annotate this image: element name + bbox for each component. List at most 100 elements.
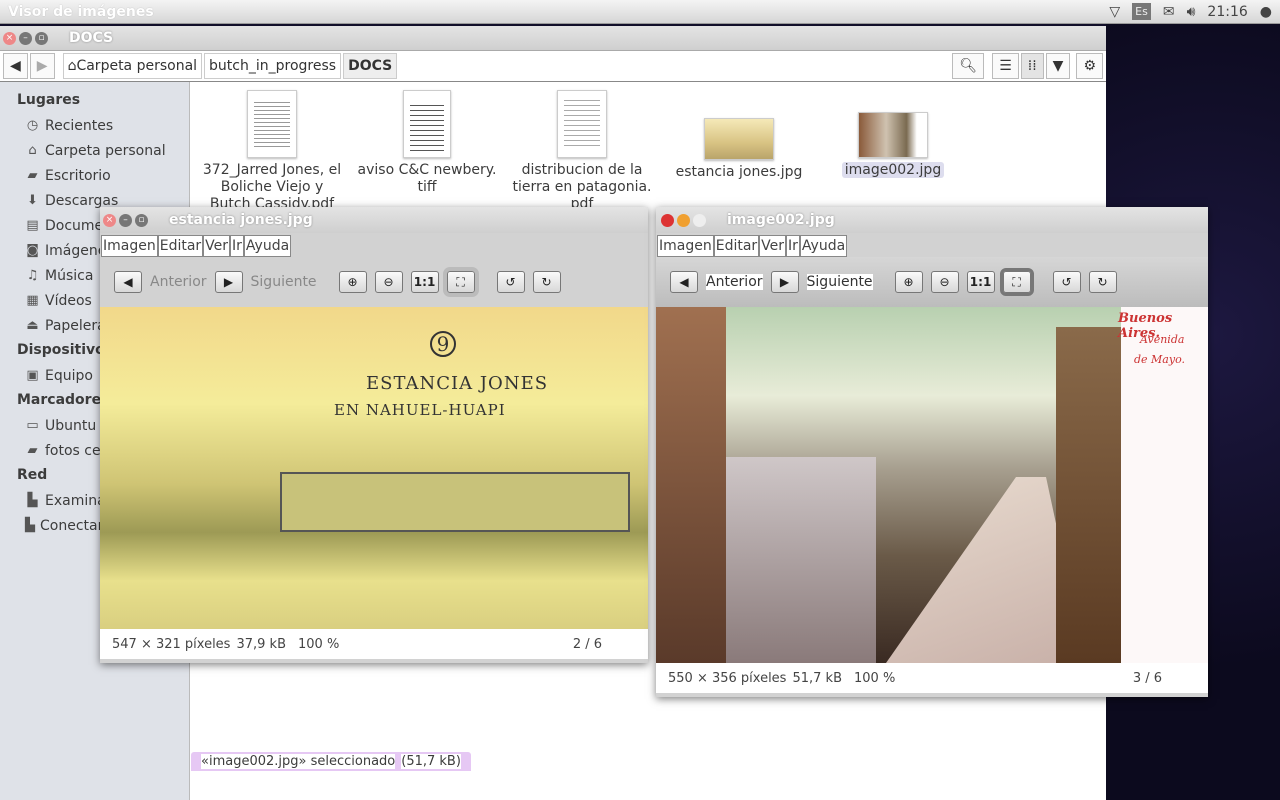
close-icon[interactable]: × xyxy=(103,213,116,227)
previous-button[interactable]: ◀ xyxy=(670,271,698,293)
keyboard-layout-indicator[interactable]: Es xyxy=(1132,3,1151,20)
pdf-thumbnail xyxy=(557,90,607,158)
zoom-level: 100 % xyxy=(298,636,340,652)
zoom-out-button[interactable]: ⊖ xyxy=(930,271,959,293)
zoom-level: 100 % xyxy=(854,670,896,686)
image-display[interactable]: Buenos Aires. Avenida de Mayo. xyxy=(656,307,1208,663)
previous-label[interactable]: Anterior xyxy=(150,274,207,290)
sidebar-item[interactable]: ▰ Escritorio xyxy=(0,163,189,188)
minimize-icon[interactable] xyxy=(677,213,690,227)
tiff-thumbnail xyxy=(403,90,451,158)
next-button[interactable]: ▶ xyxy=(770,271,799,293)
minimize-icon[interactable]: – xyxy=(19,31,32,45)
sidebar-item-label: Carpeta personal xyxy=(45,142,166,159)
previous-button[interactable]: ◀ xyxy=(114,271,142,293)
image-viewer-window-1: × – ▫ estancia jones.jpg Imagen Editar Ver… xyxy=(100,207,648,663)
selection-size: (51,7 kB) xyxy=(401,754,461,769)
sidebar-item-label: fotos ce xyxy=(45,442,101,459)
maximize-icon[interactable]: ▫ xyxy=(135,213,148,227)
file-name: estancia jones.jpg xyxy=(675,164,803,180)
file-name: aviso C&C newbery. tiff xyxy=(357,162,497,195)
settings-button[interactable]: ⚙ xyxy=(1076,53,1103,79)
clock[interactable]: 21:16 xyxy=(1207,4,1247,20)
mail-icon[interactable]: ✉ xyxy=(1163,4,1175,20)
menu-editar[interactable]: Editar xyxy=(713,235,760,257)
grid-icon: ⁞⁞ xyxy=(1027,58,1037,74)
sidebar-item-label: Vídeos xyxy=(45,292,92,309)
fit-window-button[interactable]: ⛶ xyxy=(442,267,479,297)
back-button[interactable]: ◀ xyxy=(3,53,28,79)
viewer-toolbar: ◀ Anterior ▶ Siguiente ⊕ ⊖ 1:1 ⛶ ↺ ↻ xyxy=(100,257,648,307)
sidebar-item-label: Papelera xyxy=(45,317,106,334)
search-button[interactable]: 🔍︎ xyxy=(952,53,985,79)
next-label[interactable]: Siguiente xyxy=(806,274,873,290)
status-bar: «image002.jpg» seleccionado (51,7 kB) xyxy=(191,752,471,771)
next-label[interactable]: Siguiente xyxy=(251,274,317,290)
menu-ir[interactable]: Ir xyxy=(786,235,800,257)
zoom-in-button[interactable]: ⊕ xyxy=(894,271,923,293)
list-view-button[interactable]: ☰ xyxy=(992,53,1019,79)
menu-editar[interactable]: Editar xyxy=(157,235,204,257)
minimize-icon[interactable]: – xyxy=(119,213,132,227)
menu-imagen[interactable]: Imagen xyxy=(657,235,714,257)
view-options-dropdown[interactable]: ▼ xyxy=(1045,53,1071,79)
rotate-left-button[interactable]: ↺ xyxy=(1052,271,1081,293)
menu-imagen[interactable]: Imagen xyxy=(101,235,158,257)
file-item[interactable]: estancia jones.jpg xyxy=(669,118,809,181)
title-bar: × – ▫ DOCS xyxy=(0,26,1106,50)
next-button[interactable]: ▶ xyxy=(214,271,243,293)
building-left xyxy=(656,307,726,663)
picture-text: EN NAHUEL-HUAPI xyxy=(334,401,506,419)
image-dimensions: 550 × 356 píxeles xyxy=(668,670,787,686)
network-icon: ▙ xyxy=(25,518,35,533)
image-thumbnail xyxy=(858,112,928,158)
file-name: image002.jpg xyxy=(841,162,945,178)
file-item[interactable]: 372_Jarred Jones, el Boliche Viejo y But… xyxy=(202,90,342,212)
actual-size-button[interactable]: 1:1 xyxy=(410,271,439,293)
apple-logo-icon[interactable]: ● xyxy=(1260,4,1272,20)
rotate-right-button[interactable]: ↻ xyxy=(1088,271,1117,293)
selection-status: «image002.jpg» seleccionado xyxy=(201,754,396,769)
file-name: distribucion de la tierra en patagonia. … xyxy=(512,162,652,212)
breadcrumb-docs[interactable]: DOCS xyxy=(343,53,398,79)
previous-label[interactable]: Anterior xyxy=(706,274,763,290)
rotate-right-button[interactable]: ↻ xyxy=(532,271,561,293)
image-dimensions: 547 × 321 píxeles xyxy=(112,636,231,652)
app-title: Visor de imágenes xyxy=(8,3,154,20)
wifi-icon[interactable]: ▽ xyxy=(1109,4,1120,20)
forward-button[interactable]: ▶ xyxy=(29,53,55,79)
sidebar-item-label: Recientes xyxy=(45,117,114,134)
viewer-status: 547 × 321 píxeles 37,9 kB 100 % 2 / 6 xyxy=(100,629,648,659)
file-name: 372_Jarred Jones, el Boliche Viejo y But… xyxy=(202,162,342,212)
close-icon[interactable] xyxy=(661,213,674,227)
image-display[interactable]: 9 ESTANCIA JONES EN NAHUEL-HUAPI xyxy=(100,307,648,629)
image-position: 3 / 6 xyxy=(1132,670,1162,686)
breadcrumb-home[interactable]: ⌂ Carpeta personal xyxy=(62,53,203,79)
menu-ir[interactable]: Ir xyxy=(230,235,244,257)
maximize-icon[interactable]: ▫ xyxy=(35,31,48,45)
rotate-left-button[interactable]: ↺ xyxy=(496,271,525,293)
breadcrumb-butch[interactable]: butch_in_progress xyxy=(204,53,342,79)
window-title: DOCS xyxy=(69,30,114,46)
volume-icon[interactable]: 🔊︎ xyxy=(1187,4,1196,20)
fit-window-button[interactable]: ⛶ xyxy=(999,268,1034,296)
image-viewer-window-2: image002.jpg Imagen Editar Ver Ir Ayuda ◀ Ant… xyxy=(656,207,1208,697)
menu-ver[interactable]: Ver xyxy=(203,235,231,257)
close-icon[interactable]: × xyxy=(3,31,16,45)
file-item[interactable]: distribucion de la tierra en patagonia. … xyxy=(512,90,652,213)
zoom-out-button[interactable]: ⊖ xyxy=(374,271,403,293)
menu-ver[interactable]: Ver xyxy=(759,235,787,257)
clock-icon: ◷ xyxy=(26,118,39,133)
menu-ayuda[interactable]: Ayuda xyxy=(243,235,292,257)
barn-drawing xyxy=(280,472,630,532)
sidebar-item[interactable]: ⌂ Carpeta personal xyxy=(0,138,189,163)
menu-ayuda[interactable]: Ayuda xyxy=(799,235,848,257)
zoom-in-button[interactable]: ⊕ xyxy=(338,271,367,293)
actual-size-button[interactable]: 1:1 xyxy=(966,271,995,293)
maximize-icon[interactable] xyxy=(693,213,706,227)
search-icon: 🔍︎ xyxy=(959,58,978,74)
sidebar-item[interactable]: ◷ Recientes xyxy=(0,113,189,138)
file-item[interactable]: aviso C&C newbery. tiff xyxy=(357,90,497,196)
grid-view-button[interactable]: ⁞⁞ xyxy=(1020,53,1044,79)
file-item-selected[interactable]: image002.jpg xyxy=(823,112,963,179)
